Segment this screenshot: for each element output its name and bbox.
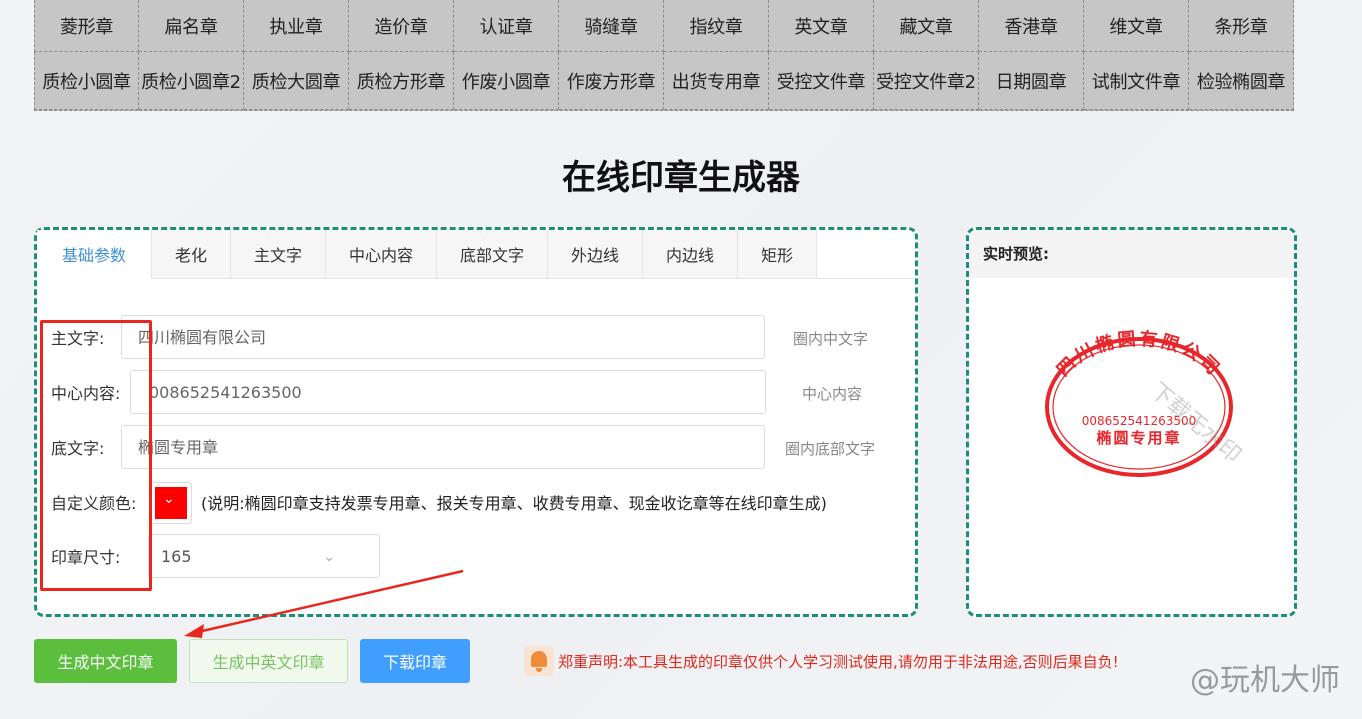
watermark-text: @玩机大师 xyxy=(1190,663,1340,698)
annotation-arrow xyxy=(184,569,464,638)
